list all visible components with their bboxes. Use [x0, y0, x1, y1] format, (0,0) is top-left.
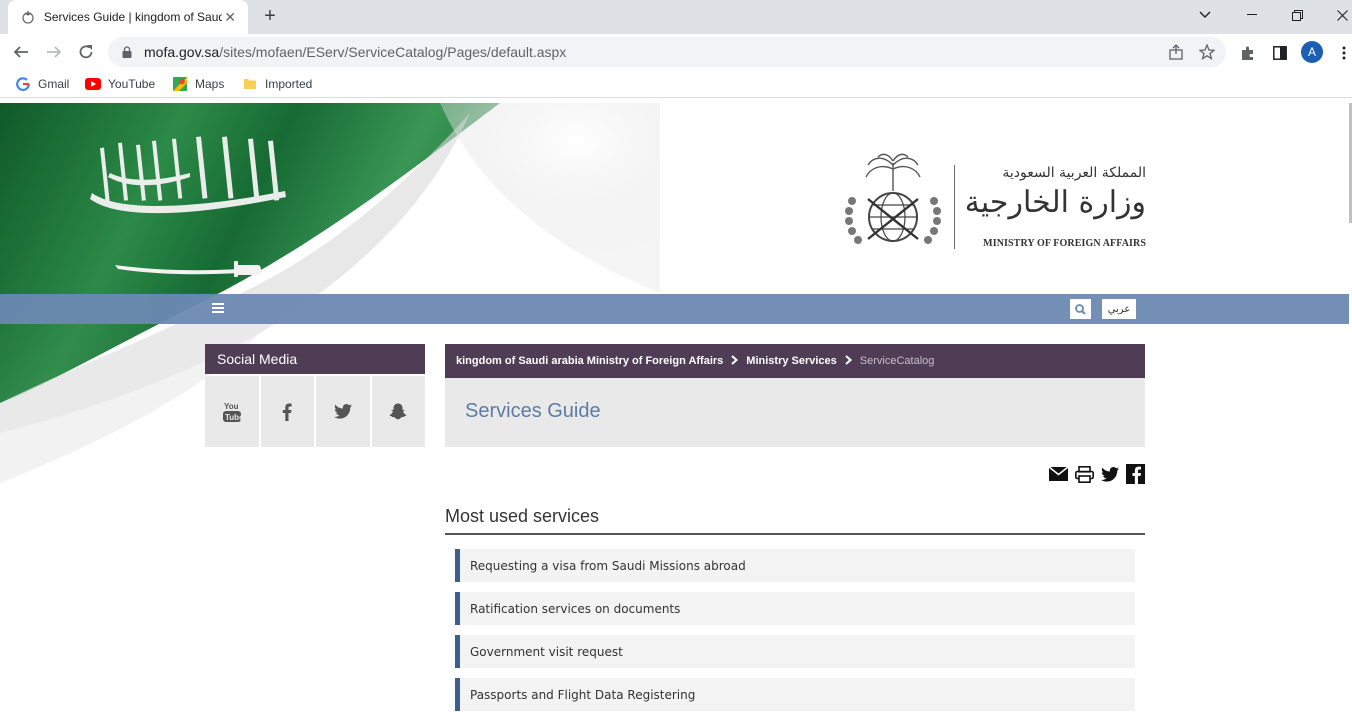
social-media-panel: Social Media You Tube — [205, 344, 425, 447]
restore-window-icon[interactable] — [1274, 0, 1320, 30]
bookmark-label: Maps — [195, 77, 225, 91]
service-link[interactable]: Passports and Flight Data Registering — [455, 678, 1135, 711]
page-title-box: Services Guide — [445, 378, 1145, 447]
share-page-icon[interactable] — [1167, 43, 1185, 61]
new-tab-button[interactable]: + — [260, 6, 280, 26]
breadcrumb-home-link[interactable]: kingdom of Saudi arabia Ministry of Fore… — [456, 355, 723, 367]
facebook-icon — [283, 403, 292, 421]
social-snapchat-button[interactable] — [371, 376, 425, 447]
breadcrumb-current: ServiceCatalog — [859, 355, 935, 367]
url-path: /sites/mofaen/EServ/ServiceCatalog/Pages… — [219, 44, 567, 60]
bookmark-label: Gmail — [38, 77, 70, 91]
maps-icon — [172, 76, 188, 92]
ministry-logo[interactable]: المملكة العربية السعودية وزارة الخارجية … — [838, 151, 1148, 256]
most-used-services-heading: Most used services — [445, 506, 1145, 535]
breadcrumb: kingdom of Saudi arabia Ministry of Fore… — [445, 344, 1145, 378]
youtube-icon — [85, 76, 101, 92]
logo-divider — [954, 165, 955, 249]
page-title: Services Guide — [465, 400, 601, 422]
profile-avatar[interactable]: A — [1301, 41, 1323, 63]
share-toolbar — [1049, 464, 1145, 486]
browser-tab-bar: Services Guide | kingdom of Saudi Arabia… — [0, 0, 1352, 34]
bookmark-label: Imported — [265, 77, 313, 91]
chevron-right-icon — [731, 354, 739, 368]
bookmark-imported-folder[interactable]: Imported — [242, 75, 312, 93]
social-twitter-button[interactable] — [316, 376, 370, 447]
twitter-icon[interactable] — [1100, 464, 1120, 484]
web-page: المملكة العربية السعودية وزارة الخارجية … — [0, 103, 1352, 720]
bookmark-maps[interactable]: Maps — [172, 75, 224, 93]
tab-search-chevron-icon[interactable] — [1182, 0, 1228, 30]
service-link[interactable]: Government visit request — [455, 635, 1135, 668]
bookmarks-bar: Gmail YouTube Maps Imported — [0, 71, 1352, 98]
social-youtube-button[interactable]: You Tube — [205, 376, 259, 447]
print-icon[interactable] — [1074, 464, 1095, 484]
tab-title: Services Guide | kingdom of Saudi Arabia… — [43, 10, 223, 24]
reload-icon[interactable] — [74, 40, 98, 64]
breadcrumb-services-link[interactable]: Ministry Services — [746, 355, 837, 367]
main-content: kingdom of Saudi arabia Ministry of Fore… — [445, 344, 1145, 711]
logo-arabic-ministry: وزارة الخارجية — [964, 185, 1147, 220]
logo-arabic-kingdom: المملكة العربية السعودية — [1002, 165, 1146, 181]
saudi-emblem-icon — [845, 153, 941, 244]
chevron-right-icon — [845, 354, 852, 368]
service-link[interactable]: Ratification services on documents — [455, 592, 1135, 625]
bookmark-youtube[interactable]: YouTube — [85, 75, 155, 93]
mofa-favicon-icon — [20, 9, 36, 25]
svg-text:Tube: Tube — [225, 413, 241, 422]
social-facebook-button[interactable] — [260, 376, 314, 447]
google-icon — [15, 76, 31, 92]
forward-arrow-icon[interactable] — [42, 40, 66, 64]
social-media-title: Social Media — [205, 344, 425, 374]
side-panel-icon[interactable] — [1270, 43, 1290, 63]
folder-icon — [242, 76, 258, 92]
bookmark-star-icon[interactable] — [1198, 43, 1216, 61]
tab-close-icon[interactable]: ✕ — [222, 9, 238, 26]
address-bar[interactable]: mofa.gov.sa/sites/mofaen/EServ/ServiceCa… — [108, 37, 1226, 67]
bookmark-gmail[interactable]: Gmail — [15, 75, 69, 93]
bookmark-label: YouTube — [108, 77, 156, 91]
url-host: mofa.gov.sa — [144, 44, 220, 60]
svg-text:You: You — [224, 402, 239, 411]
browser-toolbar: mofa.gov.sa/sites/mofaen/EServ/ServiceCa… — [0, 34, 1352, 71]
snapchat-icon — [389, 403, 407, 420]
hamburger-menu-icon[interactable] — [212, 300, 228, 316]
services-list: Requesting a visa from Saudi Missions ab… — [455, 549, 1135, 720]
service-link[interactable]: Requesting a visa from Saudi Missions ab… — [455, 549, 1135, 582]
browser-menu-kebab-icon[interactable] — [1334, 43, 1352, 63]
social-media-grid: You Tube — [205, 376, 425, 447]
lock-icon[interactable] — [120, 45, 134, 59]
close-window-icon[interactable] — [1319, 0, 1352, 30]
minimize-window-icon[interactable] — [1229, 0, 1275, 30]
twitter-icon — [333, 404, 352, 419]
browser-tab[interactable]: Services Guide | kingdom of Saudi Arabia… — [8, 0, 248, 34]
main-nav-bar: عربي — [0, 294, 1349, 324]
youtube-icon: You Tube — [222, 402, 241, 422]
logo-english-ministry: MINISTRY OF FOREIGN AFFAIRS — [983, 238, 1146, 249]
extensions-puzzle-icon[interactable] — [1238, 43, 1258, 63]
search-icon[interactable] — [1070, 299, 1091, 319]
back-arrow-icon[interactable] — [9, 40, 33, 64]
facebook-icon[interactable] — [1125, 464, 1146, 484]
email-icon[interactable] — [1049, 464, 1069, 484]
language-switch-button[interactable]: عربي — [1102, 299, 1136, 319]
